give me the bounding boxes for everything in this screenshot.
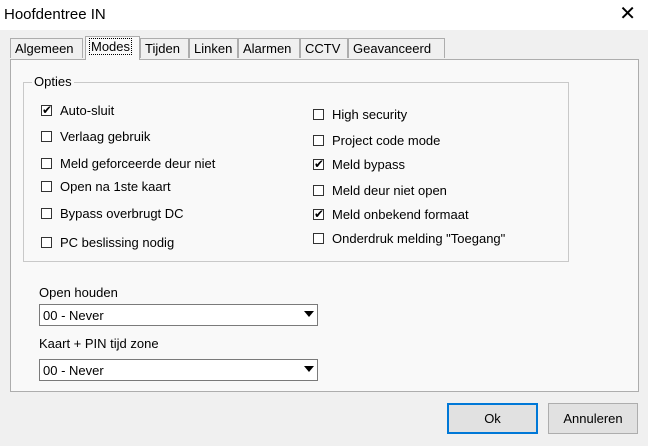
checkbox-label: Onderdruk melding "Toegang" — [332, 230, 506, 246]
options-group-legend: Opties — [32, 74, 74, 89]
checkbox-meld-onbekend-formaat[interactable]: ✔ Meld onbekend formaat — [313, 205, 469, 223]
close-icon[interactable]: ✕ — [619, 2, 636, 26]
checkbox-box[interactable]: ✔ — [313, 156, 325, 171]
checkbox-label: Auto-sluit — [60, 102, 115, 118]
checkbox-box[interactable] — [313, 184, 324, 196]
tab-modes[interactable]: Modes — [85, 36, 140, 60]
checkbox-label: Meld deur niet open — [332, 182, 447, 198]
checkbox-box[interactable] — [41, 157, 52, 169]
tab-geavanceerd[interactable]: Geavanceerd — [348, 38, 445, 58]
checkbox-label: Project code mode — [332, 132, 441, 148]
checkbox-label: Meld onbekend formaat — [332, 206, 469, 222]
title-bar: Hoofdentree IN ✕ — [0, 0, 648, 30]
tab-linken[interactable]: Linken — [189, 38, 238, 58]
checkmark-icon: ✔ — [42, 102, 53, 117]
checkbox-label: Open na 1ste kaart — [60, 178, 171, 194]
kaart-pin-label: Kaart + PIN tijd zone — [39, 336, 159, 351]
checkbox-onderdruk-melding-toegang[interactable]: Onderdruk melding "Toegang" — [313, 229, 505, 247]
tab-alarmen[interactable]: Alarmen — [238, 38, 300, 58]
checkbox-bypass-overbrugt-dc[interactable]: Bypass overbrugt DC — [41, 204, 184, 222]
kaart-pin-value: 00 - Never — [43, 363, 104, 378]
open-houden-label: Open houden — [39, 285, 118, 300]
cancel-button[interactable]: Annuleren — [548, 403, 638, 434]
checkbox-label: PC beslissing nodig — [60, 234, 175, 250]
ok-button[interactable]: Ok — [447, 403, 538, 434]
checkbox-box[interactable] — [41, 236, 52, 248]
window-title: Hoofdentree IN — [4, 6, 106, 23]
checkbox-box[interactable]: ✔ — [41, 102, 53, 117]
open-houden-select[interactable]: 00 - Never — [39, 304, 318, 326]
tab-panel-modes: Opties ✔ Auto-sluit Verlaag gebruik Meld… — [10, 59, 639, 392]
checkbox-label: Meld geforceerde deur niet — [60, 155, 216, 171]
checkbox-box[interactable] — [313, 134, 324, 146]
tab-tijden[interactable]: Tijden — [140, 38, 189, 58]
checkbox-open-na-1ste-kaart[interactable]: Open na 1ste kaart — [41, 177, 171, 195]
checkbox-box[interactable] — [41, 130, 52, 142]
checkbox-pc-beslissing-nodig[interactable]: PC beslissing nodig — [41, 233, 174, 251]
checkbox-box[interactable] — [313, 232, 324, 244]
checkbox-meld-geforceerde-deur-niet[interactable]: Meld geforceerde deur niet — [41, 154, 215, 172]
tab-algemeen[interactable]: Algemeen — [10, 38, 83, 58]
checkbox-box[interactable] — [313, 108, 324, 120]
open-houden-value: 00 - Never — [43, 308, 104, 323]
checkbox-label: Verlaag gebruik — [60, 128, 151, 144]
checkbox-label: High security — [332, 106, 408, 122]
checkbox-high-security[interactable]: High security — [313, 105, 407, 123]
checkmark-icon: ✔ — [314, 156, 325, 171]
checkbox-label: Bypass overbrugt DC — [60, 205, 184, 221]
options-group: Opties ✔ Auto-sluit Verlaag gebruik Meld… — [23, 74, 569, 262]
checkbox-verlaag-gebruik[interactable]: Verlaag gebruik — [41, 127, 150, 145]
chevron-down-icon[interactable] — [304, 311, 314, 317]
chevron-down-icon[interactable] — [304, 366, 314, 372]
checkbox-box[interactable]: ✔ — [313, 206, 325, 221]
checkbox-meld-bypass[interactable]: ✔ Meld bypass — [313, 155, 405, 173]
checkbox-project-code-mode[interactable]: Project code mode — [313, 131, 440, 149]
checkbox-auto-sluit[interactable]: ✔ Auto-sluit — [41, 101, 114, 119]
checkbox-box[interactable] — [41, 207, 52, 219]
checkbox-label: Meld bypass — [332, 156, 405, 172]
tab-cctv[interactable]: CCTV — [300, 38, 348, 58]
checkbox-meld-deur-niet-open[interactable]: Meld deur niet open — [313, 181, 447, 199]
kaart-pin-select[interactable]: 00 - Never — [39, 359, 318, 381]
checkbox-box[interactable] — [41, 180, 52, 192]
checkmark-icon: ✔ — [314, 206, 325, 221]
